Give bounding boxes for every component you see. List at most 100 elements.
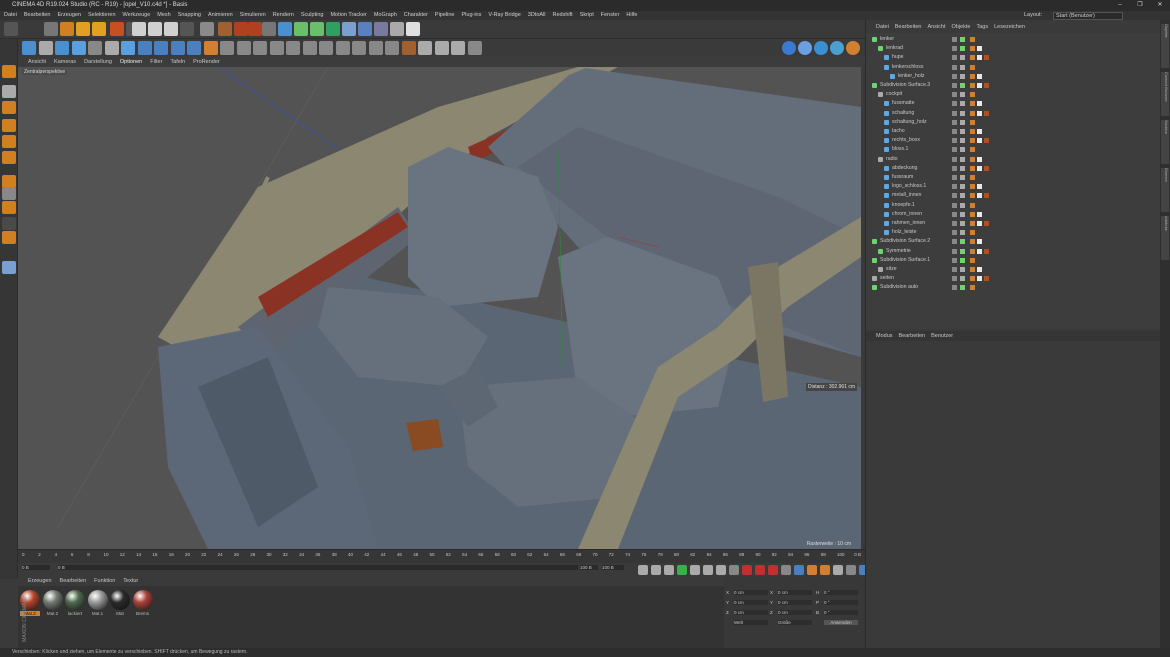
menu-item-werkzeuge[interactable]: Werkzeuge xyxy=(123,11,151,20)
material-tag-icon[interactable] xyxy=(970,64,975,70)
viewport-menu-optionen[interactable]: Optionen xyxy=(120,57,142,67)
tool-icon-9[interactable] xyxy=(170,41,185,55)
object-row[interactable]: Symmetrie xyxy=(866,247,1161,256)
side-tab-1[interactable]: Content Browser xyxy=(1161,72,1169,116)
deformer-icon[interactable] xyxy=(310,22,324,36)
coord-v2-2[interactable]: 0 cm xyxy=(778,610,812,615)
prev-frame-icon[interactable] xyxy=(664,565,674,575)
mode-icon-2[interactable] xyxy=(814,41,828,55)
material-tag-icon[interactable] xyxy=(970,147,975,153)
enable-icon[interactable] xyxy=(960,193,965,199)
material-tag-icon[interactable] xyxy=(977,101,982,107)
close-icon[interactable]: ✕ xyxy=(1150,0,1170,11)
visibility-icon[interactable] xyxy=(952,138,957,144)
menu-item-3dtoall[interactable]: 3DtoAll xyxy=(528,11,546,20)
material-tag-icon[interactable] xyxy=(977,46,982,52)
visibility-icon[interactable] xyxy=(952,248,957,254)
autokey-icon[interactable] xyxy=(755,565,765,575)
material-tag-icon[interactable] xyxy=(970,230,975,236)
material-tag-icon[interactable] xyxy=(970,119,975,125)
texture-icon[interactable] xyxy=(2,85,16,98)
object-row[interactable]: Subdivision Surface.2 xyxy=(866,237,1161,246)
side-tab-2[interactable]: Struktur xyxy=(1161,120,1169,164)
menu-item-snapping[interactable]: Snapping xyxy=(178,11,201,20)
material-tag-icon[interactable] xyxy=(970,55,975,61)
render-picture-icon[interactable] xyxy=(234,22,248,36)
workplane-icon[interactable] xyxy=(2,217,16,230)
material-tag-icon[interactable] xyxy=(984,276,989,282)
visibility-icon[interactable] xyxy=(952,37,957,42)
object-row[interactable]: rahmen_innen xyxy=(866,219,1161,228)
sep-icon[interactable] xyxy=(781,565,791,575)
rotate-key-icon[interactable] xyxy=(807,565,817,575)
mode-icon-3[interactable] xyxy=(830,41,844,55)
visibility-icon[interactable] xyxy=(952,147,957,153)
scene2-icon[interactable] xyxy=(390,22,404,36)
material-tag-icon[interactable] xyxy=(970,257,975,263)
material-ball[interactable] xyxy=(42,590,63,610)
enable-icon[interactable] xyxy=(960,211,965,217)
tool-icon-24[interactable] xyxy=(418,41,432,55)
go-end-icon[interactable] xyxy=(716,565,726,575)
material-tag-icon[interactable] xyxy=(970,165,975,171)
object-row[interactable]: Subdivision Surface.1 xyxy=(866,256,1161,265)
coord-icon[interactable] xyxy=(180,22,194,36)
material-ball[interactable] xyxy=(87,590,108,610)
viewport-menu-ansicht[interactable]: Ansicht xyxy=(28,57,46,67)
enable-icon[interactable] xyxy=(960,64,965,70)
material-tag-icon[interactable] xyxy=(984,221,989,226)
visibility-icon[interactable] xyxy=(952,92,957,98)
enable-icon[interactable] xyxy=(960,138,965,144)
menu-item-rendern[interactable]: Rendern xyxy=(273,11,294,20)
object-menu-datei[interactable]: Datei xyxy=(876,23,889,31)
menu-item-hilfe[interactable]: Hilfe xyxy=(626,11,637,20)
material-tag-icon[interactable] xyxy=(970,101,975,107)
tool-icon-16[interactable] xyxy=(286,41,300,55)
object-mode-icon[interactable] xyxy=(2,151,16,164)
object-row[interactable]: schaltung xyxy=(866,109,1161,118)
material-ball[interactable] xyxy=(65,590,85,610)
menu-item-sculpting[interactable]: Sculpting xyxy=(301,11,324,20)
object-row[interactable]: bloss.1 xyxy=(866,145,1161,154)
coord-v2-1[interactable]: 0 cm xyxy=(778,600,812,605)
tool-icon-18[interactable] xyxy=(319,41,333,55)
object-menu-ansicht[interactable]: Ansicht xyxy=(927,23,945,31)
render-region-icon[interactable] xyxy=(200,22,214,36)
next-frame-icon[interactable] xyxy=(690,565,700,575)
side-tab-0[interactable]: Objekte xyxy=(1161,24,1169,68)
material-ball[interactable] xyxy=(110,590,130,610)
enable-icon[interactable] xyxy=(960,165,965,171)
tool-icon-0[interactable] xyxy=(22,41,36,55)
object-row[interactable]: sitze xyxy=(866,265,1161,274)
menu-item-fenster[interactable]: Fenster xyxy=(601,11,620,20)
enable-icon[interactable] xyxy=(960,276,965,282)
point-key-icon[interactable] xyxy=(846,565,856,575)
object-row[interactable]: schaltung_holz xyxy=(866,118,1161,127)
coord-v2-0[interactable]: 0 cm xyxy=(778,590,812,595)
enable-icon[interactable] xyxy=(960,202,965,208)
live-select-icon[interactable] xyxy=(110,22,124,36)
enable-icon[interactable] xyxy=(960,37,965,42)
material-tag-icon[interactable] xyxy=(984,110,989,116)
object-row[interactable]: Subdivision auto xyxy=(866,283,1161,292)
next-key-icon[interactable] xyxy=(703,565,713,575)
visibility-icon[interactable] xyxy=(952,165,957,171)
material-tag-icon[interactable] xyxy=(977,138,982,144)
tool-icon-21[interactable] xyxy=(368,41,383,55)
y-axis-icon[interactable] xyxy=(148,22,162,36)
move-key-icon[interactable] xyxy=(794,565,804,575)
material-tag-icon[interactable] xyxy=(970,193,975,199)
visibility-icon[interactable] xyxy=(952,64,957,70)
object-row[interactable]: Subdivision Surface.3 xyxy=(866,81,1161,90)
undo-icon[interactable] xyxy=(4,22,18,36)
menu-item-pipeline[interactable]: Pipeline xyxy=(435,11,455,20)
material-tag-icon[interactable] xyxy=(977,276,982,282)
material-tag-icon[interactable] xyxy=(970,110,975,116)
coord-v1-2[interactable]: 0 cm xyxy=(734,610,768,615)
material-tab-bearbeiten[interactable]: Bearbeiten xyxy=(60,576,87,586)
param-key-icon[interactable] xyxy=(833,565,843,575)
material-tag-icon[interactable] xyxy=(977,184,982,190)
tool-icon-22[interactable] xyxy=(385,41,399,55)
material-tag-icon[interactable] xyxy=(977,211,982,217)
menu-item-simulieren[interactable]: Simulieren xyxy=(240,11,266,20)
